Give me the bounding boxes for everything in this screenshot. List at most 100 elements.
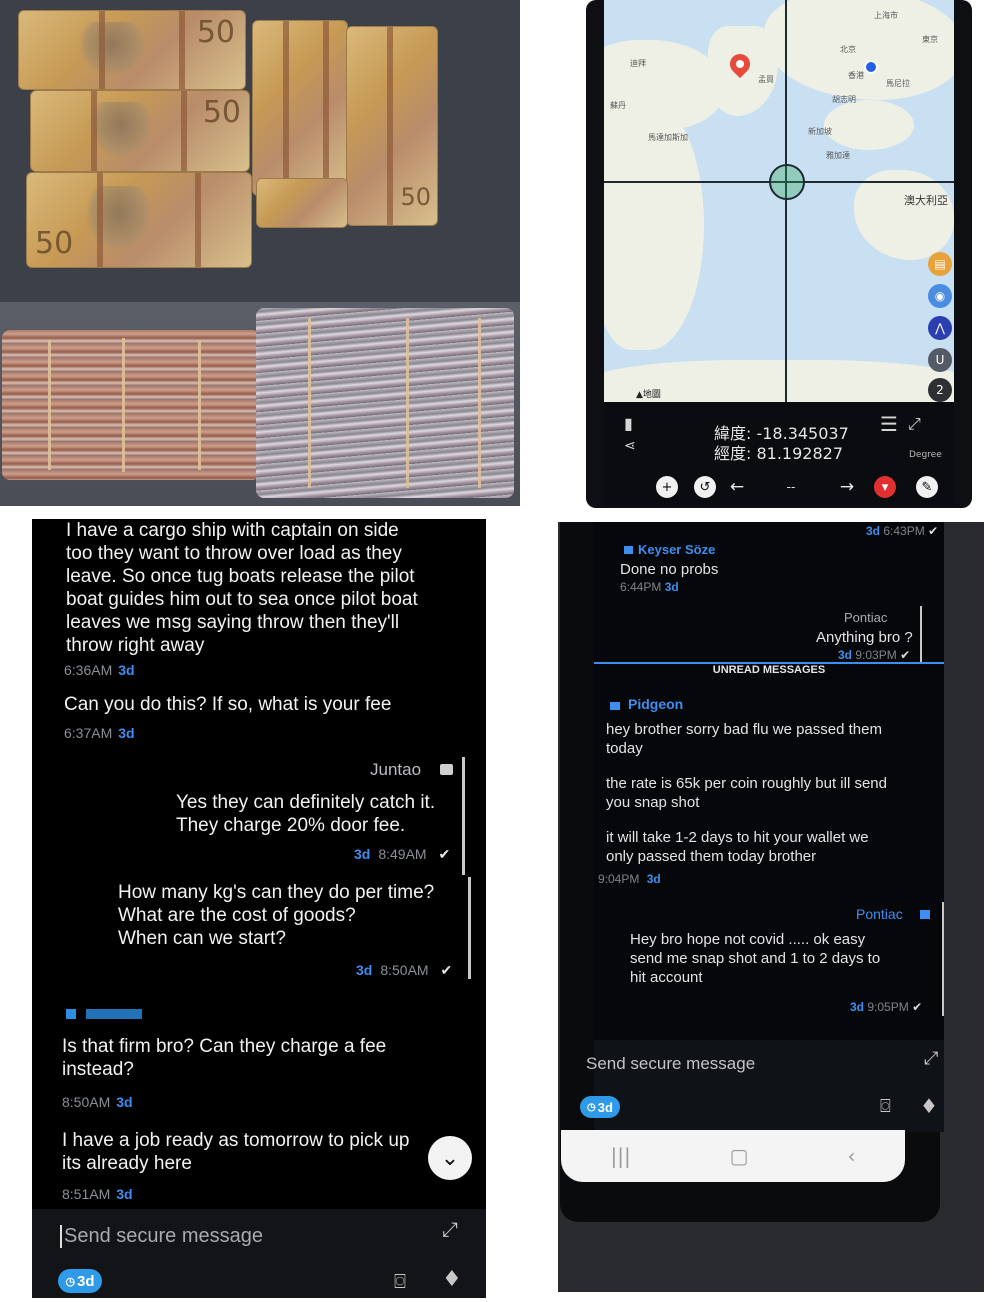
message-time: 9:04PM bbox=[598, 872, 640, 886]
home-icon[interactable]: ▢ bbox=[730, 1144, 749, 1168]
add-icon[interactable]: + bbox=[656, 476, 678, 498]
document-icon[interactable]: ▮ bbox=[624, 414, 633, 433]
message-line: Hey bro hope not covid ..... ok easy bbox=[630, 931, 866, 948]
message-time: 6:43PM bbox=[883, 524, 925, 538]
message-age: 3d bbox=[866, 524, 881, 538]
cash-photo: 50 50 50 50 bbox=[0, 0, 520, 506]
sender-name: Pontiac bbox=[844, 610, 888, 625]
message-outgoing: Hey bro hope not covid ..... ok easy sen… bbox=[630, 930, 940, 987]
degree-toggle[interactable]: Degree bbox=[909, 450, 942, 460]
map-toolbar: + ↺ ← -- → ▾ ✎ bbox=[604, 470, 954, 506]
delivered-check-icon: ✔ bbox=[912, 1000, 923, 1014]
message-meta: 6:36AM 3d bbox=[64, 662, 135, 678]
message-age: 3d bbox=[116, 1094, 133, 1110]
delivered-check-icon: ✔ bbox=[440, 962, 453, 978]
share-icon[interactable]: ⋖ bbox=[624, 438, 636, 454]
map-view[interactable]: 上海市 東京 北京 香港 胡志明 馬尼拉 新加坡 雅加達 孟買 迪拜 蘇丹 馬達… bbox=[604, 0, 954, 402]
message-line: today bbox=[606, 740, 643, 757]
message-meta: 8:50AM 3d bbox=[62, 1094, 133, 1110]
message-time: 9:03PM bbox=[855, 648, 897, 662]
australia-label: 澳大利亞 bbox=[904, 194, 948, 207]
system-nav-bar: ||| ▢ ‹ bbox=[561, 1130, 905, 1182]
expand-icon[interactable]: ⤢ bbox=[442, 1217, 458, 1241]
timer-badge[interactable]: ◷ 3d bbox=[58, 1269, 102, 1293]
crosshair-line bbox=[785, 0, 787, 402]
message-meta: 9:04PM 3d bbox=[598, 872, 661, 886]
message-line: How many kg's can they do per time? bbox=[118, 882, 435, 903]
user-button[interactable]: U bbox=[928, 348, 952, 372]
back-icon[interactable]: ‹ bbox=[848, 1144, 856, 1168]
back-arrow-icon[interactable]: ← bbox=[726, 476, 748, 498]
scroll-down-button[interactable]: ⌄ bbox=[428, 1136, 472, 1180]
message-incoming: I have a cargo ship with captain on side… bbox=[66, 519, 466, 657]
place-label: 孟買 bbox=[758, 75, 774, 84]
landmass bbox=[824, 100, 914, 150]
thread-rule bbox=[468, 877, 471, 979]
message-time: 8:51AM bbox=[62, 1186, 111, 1202]
place-label: 北京 bbox=[840, 45, 856, 54]
message-meta: 3d 8:50AM ✔ bbox=[356, 962, 452, 979]
message-input[interactable]: Send secure message bbox=[586, 1054, 755, 1074]
message-outgoing: How many kg's can they do per time? What… bbox=[118, 881, 464, 950]
chat-bubble-icon bbox=[610, 702, 620, 710]
camera-icon[interactable]: ⌼ bbox=[394, 1269, 406, 1293]
place-label: 香港 bbox=[848, 71, 864, 80]
vacuum-bag bbox=[0, 302, 520, 506]
undo-icon[interactable]: ↺ bbox=[694, 476, 716, 498]
navigate-button[interactable]: ⋀ bbox=[928, 316, 952, 340]
expand-icon[interactable]: ⤢ bbox=[908, 414, 921, 434]
coordinate-panel: ▮ ⋖ 緯度: -18.345037 經度: 81.192827 ☰ ⤢ Deg… bbox=[604, 402, 954, 470]
banknote-stack bbox=[256, 308, 514, 498]
message-line: When can we start? bbox=[118, 928, 286, 949]
forward-arrow-icon[interactable]: → bbox=[836, 476, 858, 498]
place-label: 上海市 bbox=[874, 11, 898, 20]
chat-bubble-icon bbox=[624, 546, 633, 554]
timer-badge[interactable]: ◷ 3d bbox=[580, 1096, 620, 1118]
message-age: 3d bbox=[838, 648, 853, 662]
message-outgoing: Anything bro ? bbox=[816, 629, 913, 646]
expand-icon[interactable]: ⤢ bbox=[924, 1048, 938, 1069]
message-meta: 3d 6:43PM ✔ bbox=[866, 524, 938, 538]
clock-icon: ◷ bbox=[65, 1275, 76, 1288]
camera-icon[interactable]: ⌼ bbox=[880, 1096, 891, 1117]
redacted-sender bbox=[86, 1009, 142, 1019]
message-time: 6:37AM bbox=[64, 725, 113, 741]
message-line: too they want to throw over load as they bbox=[66, 543, 402, 564]
banknote-stack bbox=[2, 330, 260, 480]
banknote-bundle bbox=[256, 178, 348, 228]
message-outgoing: Yes they can definitely catch it. They c… bbox=[176, 791, 466, 837]
clock-icon: ◷ bbox=[587, 1101, 596, 1113]
place-label: 馬達加斯加 bbox=[648, 133, 688, 142]
crosshair-reticle-icon bbox=[769, 164, 805, 200]
microphone-icon[interactable]: ♦ bbox=[442, 1267, 462, 1292]
message-line: Can you do this? If so, what is your fee bbox=[64, 694, 392, 715]
location-button[interactable]: ◉ bbox=[928, 284, 952, 308]
message-line: its already here bbox=[62, 1153, 192, 1174]
landmass bbox=[854, 170, 954, 260]
list-icon[interactable]: ☰ bbox=[880, 412, 898, 436]
message-age: 3d bbox=[646, 872, 661, 886]
chat-screen: 3d 6:43PM ✔ Keyser Söze Done no probs 6:… bbox=[580, 522, 944, 1132]
message-age: 3d bbox=[356, 962, 373, 978]
message-line: throw right away bbox=[66, 635, 205, 656]
chat-bubble-icon bbox=[920, 910, 930, 919]
message-meta: 3d 9:05PM ✔ bbox=[850, 1000, 922, 1014]
message-meta: 3d 8:49AM ✔ bbox=[354, 846, 450, 863]
layers-button[interactable]: ▤ bbox=[928, 252, 952, 276]
message-line: Yes they can definitely catch it. bbox=[176, 792, 436, 813]
microphone-icon[interactable]: ♦ bbox=[920, 1094, 938, 1118]
distance-readout: -- bbox=[786, 480, 796, 494]
delete-icon[interactable]: ▾ bbox=[874, 476, 896, 498]
count-button[interactable]: 2 bbox=[928, 378, 952, 402]
message-time: 6:36AM bbox=[64, 662, 113, 678]
message-line: They charge 20% door fee. bbox=[176, 815, 406, 836]
message-input[interactable]: Send secure message bbox=[60, 1225, 263, 1248]
message-incoming: hey brother sorry bad flu we passed them… bbox=[606, 720, 926, 866]
message-time: 8:50AM bbox=[62, 1094, 111, 1110]
recent-apps-icon[interactable]: ||| bbox=[610, 1144, 630, 1168]
message-line: the rate is 65k per coin roughly but ill… bbox=[606, 775, 887, 792]
message-meta: 8:51AM 3d bbox=[62, 1186, 133, 1202]
delivered-check-icon: ✔ bbox=[900, 648, 911, 662]
place-label: 東京 bbox=[922, 35, 938, 44]
edit-icon[interactable]: ✎ bbox=[916, 476, 938, 498]
